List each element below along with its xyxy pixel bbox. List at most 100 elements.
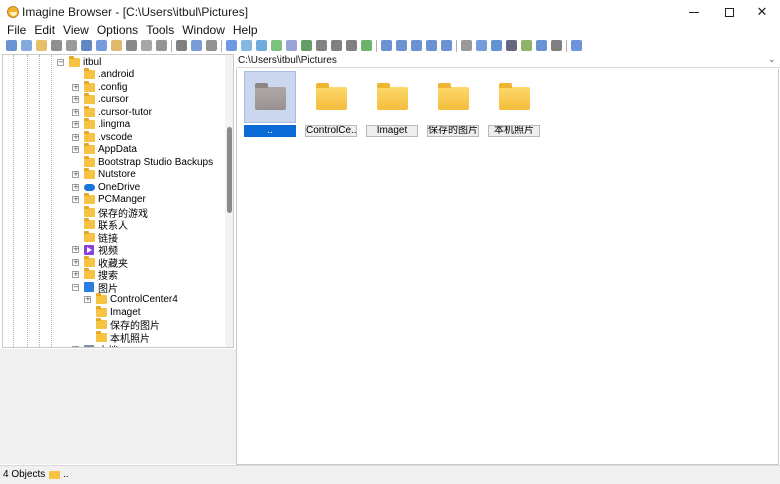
cut-icon[interactable] xyxy=(126,40,137,51)
tree-item[interactable]: + AppData xyxy=(72,143,137,156)
title-bar: Imagine Browser - [C:\Users\itbul\Pictur… xyxy=(0,0,780,24)
thumbnail-image[interactable] xyxy=(366,71,418,123)
thumbnail-image[interactable] xyxy=(427,71,479,123)
menu-view[interactable]: View xyxy=(59,23,93,38)
list-icon[interactable] xyxy=(286,40,297,51)
thumbnail-label[interactable]: .. xyxy=(244,125,296,137)
rename-icon[interactable] xyxy=(111,40,122,51)
view-icon[interactable] xyxy=(6,40,17,51)
collapse-icon[interactable]: − xyxy=(72,283,79,291)
tree-item[interactable]: + .cursor xyxy=(72,93,129,106)
collapse-icon[interactable]: − xyxy=(57,58,64,66)
close-button[interactable]: ✕ xyxy=(744,0,780,24)
copy-icon[interactable] xyxy=(96,40,107,51)
menu-tools[interactable]: Tools xyxy=(142,23,178,38)
menu-edit[interactable]: Edit xyxy=(30,23,59,38)
slideshow-icon[interactable] xyxy=(316,40,327,51)
folder-tree[interactable]: − itbul .android + .config + .cursor + .cursor-t… xyxy=(2,54,234,348)
tree-item[interactable]: + ControlCenter4 xyxy=(84,293,178,306)
resize-icon[interactable] xyxy=(521,40,532,51)
search-icon[interactable] xyxy=(476,40,487,51)
expand-icon[interactable]: + xyxy=(72,196,79,203)
tree-item[interactable]: + OneDrive xyxy=(72,181,140,193)
address-bar[interactable]: C:\Users\itbul\Pictures ⌄ xyxy=(236,54,780,68)
expand-icon[interactable]: + xyxy=(72,108,79,116)
grid-icon[interactable] xyxy=(441,40,452,51)
menu-file[interactable]: File xyxy=(0,23,30,38)
thumbnail-label[interactable]: 保存的图片 xyxy=(427,125,479,137)
panel-icon[interactable] xyxy=(411,40,422,51)
thumbnail-label[interactable]: 本机照片 xyxy=(488,125,540,137)
paste-icon[interactable] xyxy=(206,40,217,51)
menu-help[interactable]: Help xyxy=(229,23,262,38)
minimize-button[interactable] xyxy=(676,0,712,24)
reload-icon[interactable] xyxy=(361,40,372,51)
tree-item[interactable]: + Nutstore xyxy=(72,168,136,181)
tree-item[interactable]: + 文档 xyxy=(72,344,118,347)
thumbnail-view[interactable]: .. ControlCe... Imaget 保存的图片 本机照片 xyxy=(236,69,779,465)
layout-icon[interactable] xyxy=(226,40,237,51)
expand-icon[interactable]: + xyxy=(72,258,79,266)
tree-item[interactable]: + .vscode xyxy=(72,130,132,143)
expand-icon[interactable]: + xyxy=(72,171,79,178)
tree-item[interactable]: + .config xyxy=(72,80,127,93)
save-icon[interactable] xyxy=(51,40,62,51)
tree-item[interactable]: − 图片 xyxy=(72,281,118,295)
refresh-icon[interactable] xyxy=(256,40,267,51)
next-icon[interactable] xyxy=(346,40,357,51)
image-icon[interactable] xyxy=(301,40,312,51)
expand-icon[interactable]: + xyxy=(72,83,79,91)
thumbnail-image[interactable] xyxy=(305,71,357,123)
thumbnail-label[interactable]: ControlCe... xyxy=(305,125,357,137)
expand-icon[interactable]: + xyxy=(72,183,79,191)
monitor-icon[interactable] xyxy=(506,40,517,51)
thumbnail-image[interactable] xyxy=(488,71,540,123)
tree-item[interactable]: .android xyxy=(72,68,134,81)
delete-icon[interactable] xyxy=(141,40,152,51)
thumbnail-item[interactable]: .. xyxy=(242,71,297,137)
split-icon[interactable] xyxy=(426,40,437,51)
filter-icon[interactable] xyxy=(241,40,252,51)
expand-icon[interactable]: + xyxy=(72,246,79,253)
expand-icon[interactable]: + xyxy=(72,133,79,141)
tree-item[interactable]: + .lingma xyxy=(72,118,130,131)
open-icon[interactable] xyxy=(21,40,32,51)
expand-icon[interactable]: + xyxy=(72,96,79,103)
tree-item[interactable]: Bootstrap Studio Backups xyxy=(72,155,213,168)
help-icon[interactable] xyxy=(571,40,582,51)
expand-icon[interactable]: + xyxy=(84,296,91,303)
maximize-button[interactable] xyxy=(711,0,747,24)
thumbnail-label[interactable]: Imaget xyxy=(366,125,418,137)
thumbnail-item[interactable]: Imaget xyxy=(364,71,419,137)
scissors-icon[interactable] xyxy=(176,40,187,51)
edit-icon[interactable] xyxy=(551,40,562,51)
menu-options[interactable]: Options xyxy=(93,23,142,38)
tree-item[interactable]: − itbul xyxy=(57,55,101,68)
tree-scrollbar[interactable] xyxy=(225,55,233,347)
expand-icon[interactable]: + xyxy=(72,146,79,153)
expand-icon[interactable]: + xyxy=(72,346,79,347)
menu-window[interactable]: Window xyxy=(178,23,229,38)
address-path[interactable]: C:\Users\itbul\Pictures xyxy=(238,55,337,66)
details-icon[interactable] xyxy=(396,40,407,51)
info-icon[interactable] xyxy=(81,40,92,51)
folder-open-icon[interactable] xyxy=(36,40,47,51)
print-icon[interactable] xyxy=(66,40,77,51)
properties-icon[interactable] xyxy=(156,40,167,51)
thumbnail-item[interactable]: 本机照片 xyxy=(486,71,541,137)
sort-icon[interactable] xyxy=(271,40,282,51)
tree-scrollbar-thumb[interactable] xyxy=(227,127,232,213)
expand-icon[interactable]: + xyxy=(72,271,79,278)
chevron-down-icon[interactable]: ⌄ xyxy=(768,54,776,65)
thumbnail-image[interactable] xyxy=(244,71,296,123)
thumbnails-icon[interactable] xyxy=(381,40,392,51)
compare-icon[interactable] xyxy=(491,40,502,51)
link-icon[interactable] xyxy=(461,40,472,51)
thumbnail-item[interactable]: 保存的图片 xyxy=(425,71,480,137)
thumbnail-item[interactable]: ControlCe... xyxy=(303,71,358,137)
expand-icon[interactable]: + xyxy=(72,121,79,128)
prev-icon[interactable] xyxy=(331,40,342,51)
clipboard-copy-icon[interactable] xyxy=(191,40,202,51)
tree-item[interactable]: + .cursor-tutor xyxy=(72,105,152,118)
convert-icon[interactable] xyxy=(536,40,547,51)
